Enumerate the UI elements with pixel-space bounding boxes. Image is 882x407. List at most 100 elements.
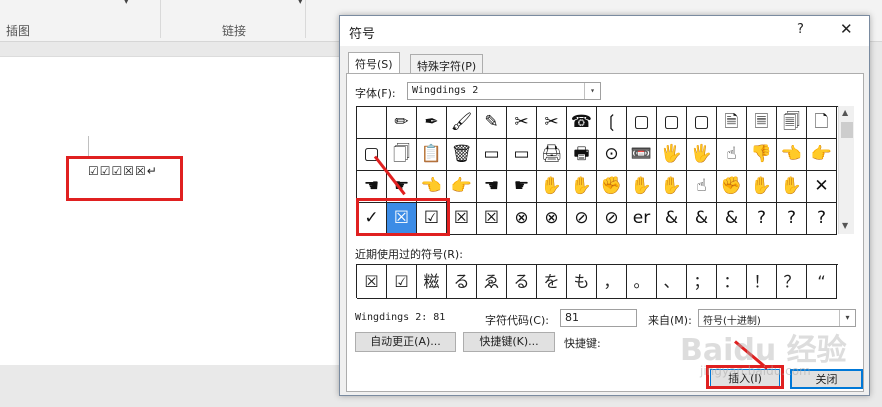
symbol-cell[interactable]: ✕ <box>807 171 837 203</box>
recent-symbol-cell[interactable]: 。 <box>627 265 657 299</box>
symbol-grid-scrollbar[interactable]: ▲ ▼ <box>838 106 854 234</box>
watermark-url: jingyan.baidu.com <box>700 364 811 378</box>
symbol-cell[interactable]: ▢ <box>657 107 687 139</box>
symbol-cell[interactable]: 👉 <box>447 171 477 203</box>
symbol-cell[interactable]: 🖐 <box>657 139 687 171</box>
symbol-cell[interactable]: ✋ <box>627 171 657 203</box>
recent-symbol-cell[interactable]: ☒ <box>357 265 387 299</box>
symbol-cell[interactable]: ☝ <box>717 139 747 171</box>
tab-symbols[interactable]: 符号(S) <box>348 52 400 74</box>
symbol-cell[interactable]: ▭ <box>477 139 507 171</box>
symbol-cell[interactable]: ❲ <box>597 107 627 139</box>
shortcut-key-label: 快捷键: <box>564 337 601 350</box>
symbol-cell[interactable]: ▭ <box>507 139 537 171</box>
char-code-input[interactable]: 81 <box>560 309 637 327</box>
symbol-cell[interactable]: ☒ <box>447 203 477 235</box>
help-button[interactable]: ? <box>797 22 804 37</box>
symbol-cell[interactable]: er <box>627 203 657 235</box>
dialog-title: 符号 <box>349 27 376 42</box>
symbol-cell[interactable]: ☝ <box>687 171 717 203</box>
symbol-cell[interactable]: ✂ <box>507 107 537 139</box>
recent-symbol-cell[interactable]: “ <box>807 265 837 299</box>
symbol-cell[interactable]: ? <box>747 203 777 235</box>
symbol-cell[interactable]: ✂ <box>537 107 567 139</box>
recent-symbol-cell[interactable]: ： <box>717 265 747 299</box>
symbol-cell[interactable]: ✒ <box>417 107 447 139</box>
ribbon-separator <box>305 0 306 38</box>
symbol-cell[interactable]: & <box>657 203 687 235</box>
annotation-box-document <box>66 156 183 201</box>
ribbon-dropdown-icon[interactable]: ▾ <box>124 0 129 7</box>
symbol-cell[interactable]: ✋ <box>567 171 597 203</box>
symbol-cell[interactable]: ? <box>807 203 837 235</box>
symbol-cell[interactable]: ⊘ <box>567 203 597 235</box>
recent-symbol-cell[interactable]: ； <box>687 265 717 299</box>
scrollbar-thumb[interactable] <box>841 122 853 138</box>
recent-symbol-cell[interactable]: ☑ <box>387 265 417 299</box>
scroll-up-icon[interactable]: ▲ <box>842 108 848 117</box>
recent-symbol-cell[interactable]: を <box>537 265 567 299</box>
symbol-cell[interactable]: ▢ <box>627 107 657 139</box>
font-select[interactable]: Wingdings 2 ▾ <box>407 82 601 100</box>
symbol-cell[interactable]: 🗎 <box>717 107 747 139</box>
symbol-cell[interactable]: & <box>717 203 747 235</box>
recent-symbol-cell[interactable]: る <box>447 265 477 299</box>
symbol-cell[interactable]: ✋ <box>657 171 687 203</box>
symbol-cell[interactable]: ✋ <box>777 171 807 203</box>
symbol-cell[interactable]: 🗐 <box>777 107 807 139</box>
shortcut-key-button[interactable]: 快捷键(K)... <box>463 332 555 352</box>
recent-symbol-cell[interactable]: 、 <box>657 265 687 299</box>
ribbon-dropdown-icon[interactable]: ▾ <box>298 0 303 7</box>
ribbon-group-illustrations: 插图 <box>6 24 31 38</box>
symbol-cell[interactable]: ✋ <box>537 171 567 203</box>
document-page[interactable] <box>0 56 345 365</box>
recent-symbol-cell[interactable]: ！ <box>747 265 777 299</box>
symbol-cell[interactable]: & <box>687 203 717 235</box>
recent-symbol-cell[interactable]: ？ <box>777 265 807 299</box>
recent-symbol-cell[interactable]: も <box>567 265 597 299</box>
symbol-cell[interactable]: 🗋 <box>807 107 837 139</box>
symbol-cell[interactable]: ✊ <box>717 171 747 203</box>
close-icon[interactable]: ✕ <box>840 20 853 38</box>
recent-symbol-cell[interactable]: ， <box>597 265 627 299</box>
symbol-cell[interactable]: 👎 <box>747 139 777 171</box>
symbol-cell[interactable]: ▢ <box>687 107 717 139</box>
symbol-cell[interactable]: 🗍 <box>387 139 417 171</box>
symbol-cell[interactable]: ☎ <box>567 107 597 139</box>
chevron-down-icon[interactable]: ▾ <box>584 83 600 99</box>
symbol-cell[interactable]: ? <box>777 203 807 235</box>
recent-symbol-cell[interactable]: る <box>507 265 537 299</box>
symbol-cell[interactable]: ⊙ <box>597 139 627 171</box>
symbol-cell[interactable]: 👉 <box>807 139 837 171</box>
ribbon-group-links: 链接 <box>222 24 247 38</box>
recent-symbols-label: 近期使用过的符号(R): <box>355 248 463 261</box>
symbol-cell[interactable]: ✏ <box>387 107 417 139</box>
symbol-cell[interactable]: 👈 <box>777 139 807 171</box>
recent-symbol-cell[interactable]: 糍 <box>417 265 447 299</box>
symbol-cell[interactable]: ⊗ <box>537 203 567 235</box>
symbol-cell[interactable]: ✎ <box>477 107 507 139</box>
symbol-cell[interactable]: 🗑 <box>447 139 477 171</box>
symbol-cell[interactable]: ☚ <box>477 171 507 203</box>
tab-special-characters[interactable]: 特殊字符(P) <box>410 54 484 74</box>
symbol-cell[interactable]: 🗏 <box>747 107 777 139</box>
symbol-cell[interactable]: 🖨 <box>537 139 567 171</box>
symbol-cell[interactable]: ✊ <box>597 171 627 203</box>
symbol-cell[interactable]: ☒ <box>477 203 507 235</box>
symbol-cell[interactable]: ☛ <box>507 171 537 203</box>
symbol-cell[interactable]: ⊗ <box>507 203 537 235</box>
symbol-cell[interactable]: ⊘ <box>597 203 627 235</box>
dialog-titlebar[interactable]: 符号 ? ✕ <box>340 16 869 46</box>
symbol-cell[interactable]: ✋ <box>747 171 777 203</box>
symbol-cell[interactable]: 🖐 <box>687 139 717 171</box>
chevron-down-icon[interactable]: ▾ <box>839 310 855 326</box>
symbol-cell[interactable]: 📋 <box>417 139 447 171</box>
symbol-cell[interactable]: 🖌 <box>447 107 477 139</box>
autocorrect-button[interactable]: 自动更正(A)... <box>355 332 456 352</box>
font-label: 字体(F): <box>355 87 396 100</box>
symbol-cell[interactable]: 🖶 <box>567 139 597 171</box>
recent-symbol-cell[interactable]: ゑ <box>477 265 507 299</box>
symbol-cell[interactable] <box>357 107 387 139</box>
symbol-cell[interactable]: 📼 <box>627 139 657 171</box>
scroll-down-icon[interactable]: ▼ <box>842 221 848 230</box>
